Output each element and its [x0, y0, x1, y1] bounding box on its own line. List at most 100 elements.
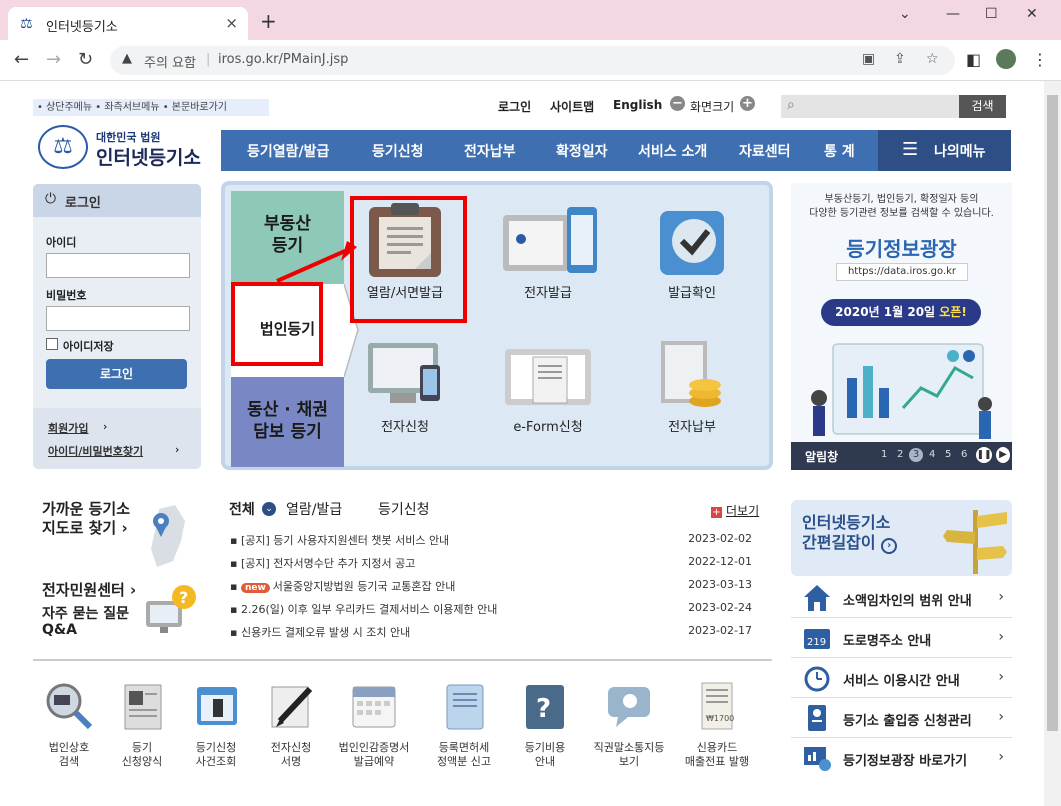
- service-e-filing[interactable]: 전자신청: [350, 335, 460, 435]
- save-id-checkbox[interactable]: [46, 338, 58, 350]
- sidepanel-icon[interactable]: ◧: [966, 50, 981, 69]
- quick-card-receipt[interactable]: ₩1700 신용카드 매출전표 발행: [676, 681, 758, 769]
- notice-tab-all[interactable]: 전체: [229, 499, 255, 519]
- new-tab-icon[interactable]: +: [260, 11, 277, 31]
- bullet: ▪: [230, 557, 241, 570]
- my-menu-button[interactable]: ☰ 나의메뉴: [878, 130, 1011, 171]
- reload-icon[interactable]: ↻: [78, 50, 93, 70]
- popup-blocked-icon[interactable]: ▣: [862, 51, 875, 67]
- right-link-access-pass[interactable]: 등기소 출입증 신청관리 ›: [791, 698, 1012, 738]
- join-link[interactable]: 회원가입: [48, 420, 88, 436]
- login-button[interactable]: 로그인: [46, 359, 187, 389]
- sitemap-link[interactable]: 사이트맵: [550, 98, 594, 115]
- right-link-service-hours[interactable]: 서비스 이용시간 안내 ›: [791, 658, 1012, 698]
- nav-item-e-payment[interactable]: 전자납부: [464, 141, 516, 161]
- quick-e-signature[interactable]: 전자신청 서명: [256, 681, 326, 769]
- quick-label: 전자신청 서명: [270, 741, 312, 768]
- banner-page-6[interactable]: 6: [961, 449, 967, 460]
- tab-movable-collateral[interactable]: 동산 · 채권 담보 등기: [231, 377, 344, 467]
- notice-row[interactable]: ▪ 신용카드 결제오류 발생 시 조치 안내 2023-02-17: [230, 624, 760, 639]
- nav-item-service-intro[interactable]: 서비스 소개: [638, 141, 707, 161]
- address-bar[interactable]: ▲ 주의 요함 | iros.go.kr/PMainJ.jsp ▣ ⇪ ☆: [110, 46, 955, 75]
- e-civil-center-link[interactable]: 전자민원센터 ›: [42, 579, 136, 600]
- service-e-issue[interactable]: 전자발급: [493, 201, 603, 301]
- forward-icon[interactable]: →: [46, 50, 61, 70]
- service-verify[interactable]: 발급확인: [637, 201, 747, 301]
- quick-corp-name-search[interactable]: 법인상호 검색: [34, 681, 104, 769]
- close-window-icon[interactable]: ✕: [1026, 6, 1038, 22]
- minimize-icon[interactable]: —: [946, 6, 960, 22]
- nearest-office-link[interactable]: 가까운 등기소 지도로 찾기 ›: [42, 500, 130, 538]
- nav-item-statistics[interactable]: 통 계: [824, 141, 855, 161]
- service-e-form[interactable]: e-Form신청: [493, 335, 603, 435]
- banner-page-1[interactable]: 1: [881, 449, 887, 460]
- find-account-link[interactable]: 아이디/비밀번호찾기: [48, 443, 143, 459]
- search-input[interactable]: ⌕: [781, 95, 959, 118]
- zoom-in-icon[interactable]: +: [740, 96, 755, 111]
- profile-avatar[interactable]: [996, 49, 1016, 69]
- notice-row[interactable]: ▪ [공지] 전자서명수단 추가 지정서 공고 2022-12-01: [230, 555, 760, 570]
- section-divider: [33, 659, 772, 661]
- notice-title: 2.26(일) 이후 일부 우리카드 결제서비스 이용제한 안내: [240, 603, 498, 616]
- chevron-down-icon[interactable]: ⌄: [262, 502, 276, 516]
- right-link-small-tenant[interactable]: 소액임차인의 범위 안내 ›: [791, 578, 1012, 618]
- scrollbar[interactable]: [1044, 81, 1061, 806]
- banner-page-2[interactable]: 2: [897, 449, 903, 460]
- speech-bubble-icon: [608, 687, 650, 727]
- tab-title: 인터넷등기소: [46, 20, 118, 35]
- my-menu-label: 나의메뉴: [934, 144, 986, 160]
- nav-item-view-issue[interactable]: 등기열람/발급: [247, 141, 329, 161]
- english-link[interactable]: English: [613, 98, 662, 112]
- banner-page-4[interactable]: 4: [929, 449, 935, 460]
- right-link-label: 등기소 출입증 신청관리: [843, 714, 972, 729]
- id-field[interactable]: [46, 253, 190, 278]
- login-link[interactable]: 로그인: [498, 98, 531, 115]
- skip-links[interactable]: • 상단주메뉴 • 좌측서브메뉴 • 본문바로가기: [33, 99, 269, 116]
- quick-license-tax[interactable]: 등록면허세 정액분 신고: [428, 681, 500, 769]
- site-logo[interactable]: ⚖ 대한민국 법원 인터넷등기소: [38, 123, 208, 173]
- right-link-data-portal[interactable]: 등기정보광장 바로가기 ›: [791, 738, 1012, 778]
- data-portal-banner[interactable]: 부동산등기, 법인등기, 확정일자 등의 다양한 등기관련 정보를 검색할 수 있…: [791, 183, 1012, 470]
- nav-item-data-center[interactable]: 자료센터: [739, 141, 791, 161]
- faq-link[interactable]: 자주 묻는 질문 Q&A: [42, 606, 129, 638]
- notice-row[interactable]: ▪ 2.26(일) 이후 일부 우리카드 결제서비스 이용제한 안내 2023-0…: [230, 601, 760, 616]
- chevron-down-icon[interactable]: ⌄: [899, 6, 911, 22]
- zoom-out-icon[interactable]: −: [670, 96, 685, 111]
- notice-more-link[interactable]: + 더보기: [711, 502, 759, 519]
- banner-page-5[interactable]: 5: [945, 449, 951, 460]
- scrollbar-thumb[interactable]: [1047, 95, 1058, 731]
- notice-tab-registration[interactable]: 등기신청: [378, 499, 430, 519]
- pause-icon[interactable]: ❚❚: [976, 447, 992, 463]
- service-e-payment[interactable]: 전자납부: [637, 335, 747, 435]
- quick-seal-reservation[interactable]: 법인인감증명서 발급예약: [329, 681, 419, 769]
- banner-page-3[interactable]: 3: [909, 448, 923, 462]
- notice-row[interactable]: ▪ [공지] 등기 사용자지원센터 챗봇 서비스 안내 2023-02-02: [230, 532, 760, 547]
- quick-forms[interactable]: 등기 신청양식: [107, 681, 177, 769]
- back-icon[interactable]: ←: [14, 50, 29, 70]
- notice-date: 2023-02-02: [688, 532, 752, 545]
- share-icon[interactable]: ⇪: [894, 51, 906, 67]
- nav-item-registration[interactable]: 등기신청: [372, 141, 424, 161]
- tab-close-icon[interactable]: ×: [225, 14, 238, 32]
- book-icon: [446, 684, 484, 730]
- quick-cost-guide[interactable]: ? 등기비용 안내: [510, 681, 580, 769]
- bookmark-star-icon[interactable]: ☆: [926, 51, 939, 67]
- right-link-road-address[interactable]: 219 도로명주소 안내 ›: [791, 618, 1012, 658]
- quick-label: 등기 신청양식: [121, 741, 163, 768]
- simple-guide-banner[interactable]: 인터넷등기소 간편길잡이 ›: [791, 500, 1012, 576]
- notice-tab-view-issue[interactable]: 열람/발급: [286, 499, 342, 519]
- nav-item-fixed-date[interactable]: 확정일자: [556, 141, 608, 161]
- notice-row[interactable]: ▪ new 서울중앙지방법원 등기국 교통혼잡 안내 2023-03-13: [230, 578, 760, 593]
- more-menu-icon[interactable]: ⋮: [1032, 50, 1048, 69]
- maximize-icon[interactable]: ☐: [985, 6, 998, 22]
- quick-cancellation-notice[interactable]: 직권말소통지등 보기: [589, 681, 669, 769]
- next-icon[interactable]: ▶: [996, 447, 1010, 463]
- quick-case-lookup[interactable]: 등기신청 사건조회: [181, 681, 251, 769]
- password-field[interactable]: [46, 306, 190, 331]
- screen-size-label: 화면크기: [690, 100, 735, 114]
- search-button[interactable]: 검색: [959, 95, 1006, 118]
- chevron-right-icon: ›: [998, 629, 1004, 645]
- browser-tab[interactable]: ⚖ 인터넷등기소 ×: [8, 7, 248, 40]
- bullet: ▪: [230, 580, 241, 593]
- receipt-icon: ₩1700: [701, 682, 734, 730]
